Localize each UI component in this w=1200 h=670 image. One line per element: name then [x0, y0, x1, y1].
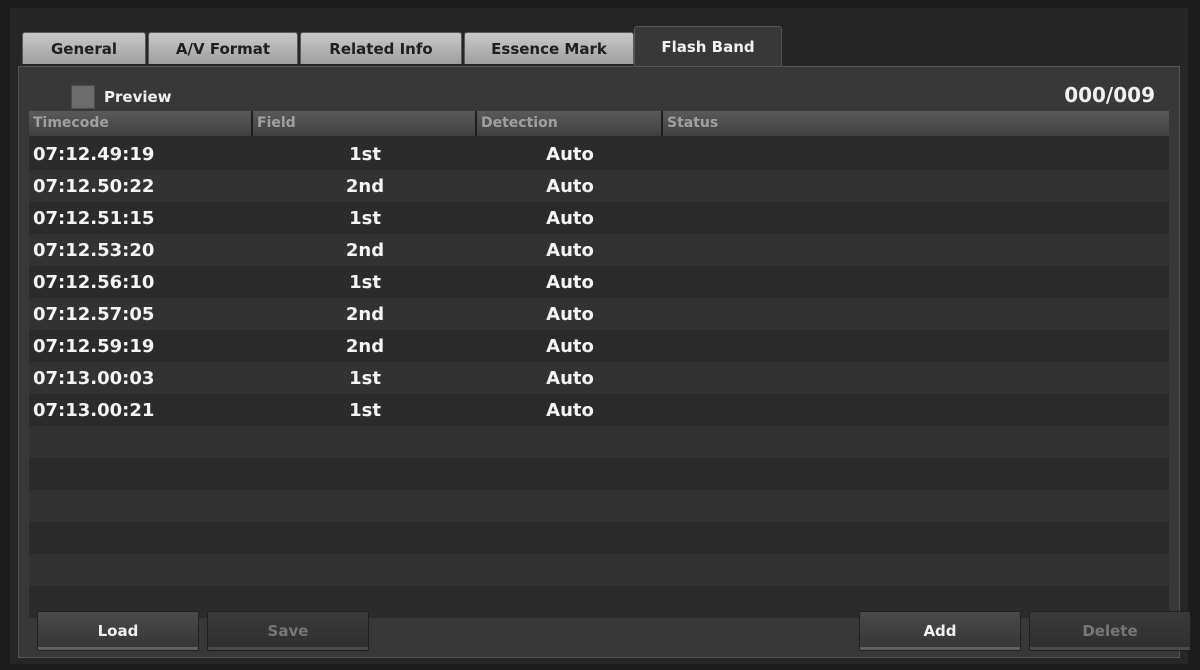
- timecode-cell: 07:12.49:19: [33, 143, 155, 165]
- timecode-cell: 07:12.53:20: [33, 239, 155, 261]
- flash-band-panel: Preview 000/009 Timecode Field Detection…: [18, 66, 1191, 658]
- table-row[interactable]: 07:12.49:19 1st Auto: [29, 138, 1169, 170]
- detection-cell: Auto: [546, 175, 594, 197]
- empty-table-row: [29, 522, 1169, 554]
- delete-button[interactable]: Delete: [1029, 611, 1191, 651]
- detection-cell: Auto: [546, 367, 594, 389]
- preview-checkbox[interactable]: [71, 85, 95, 109]
- mark-counter: 000/009: [1064, 83, 1155, 107]
- load-button[interactable]: Load: [37, 611, 199, 651]
- field-cell: 2nd: [345, 335, 385, 357]
- empty-table-row: [29, 426, 1169, 458]
- detection-cell: Auto: [546, 303, 594, 325]
- tab-flash-band[interactable]: Flash Band: [634, 26, 782, 66]
- detection-cell: Auto: [546, 399, 594, 421]
- timecode-cell: 07:12.56:10: [33, 271, 155, 293]
- timecode-cell: 07:13.00:03: [33, 367, 155, 389]
- timecode-cell: 07:12.50:22: [33, 175, 155, 197]
- table-row[interactable]: 07:12.51:15 1st Auto: [29, 202, 1169, 234]
- table-row[interactable]: 07:12.53:20 2nd Auto: [29, 234, 1169, 266]
- field-cell: 2nd: [345, 175, 385, 197]
- field-cell: 1st: [349, 271, 381, 293]
- table-row[interactable]: 07:12.57:05 2nd Auto: [29, 298, 1169, 330]
- table-row[interactable]: 07:13.00:21 1st Auto: [29, 394, 1169, 426]
- tab-essence-mark[interactable]: Essence Mark: [464, 32, 634, 64]
- column-header-timecode[interactable]: Timecode: [29, 111, 253, 136]
- timecode-cell: 07:12.51:15: [33, 207, 155, 229]
- tab-general[interactable]: General: [22, 32, 146, 64]
- field-cell: 1st: [349, 399, 381, 421]
- timecode-cell: 07:13.00:21: [33, 399, 155, 421]
- table-body: 07:12.49:19 1st Auto 07:12.50:22 2nd Auto 07:1…: [29, 138, 1169, 618]
- field-cell: 2nd: [345, 303, 385, 325]
- detection-cell: Auto: [546, 271, 594, 293]
- preview-label: Preview: [104, 88, 172, 106]
- column-header-field[interactable]: Field: [253, 111, 477, 136]
- table-row[interactable]: 07:12.59:19 2nd Auto: [29, 330, 1169, 362]
- empty-table-row: [29, 490, 1169, 522]
- field-cell: 2nd: [345, 239, 385, 261]
- empty-table-row: [29, 458, 1169, 490]
- flash-band-table: Timecode Field Detection Status 07:12.49…: [29, 111, 1169, 618]
- save-button[interactable]: Save: [207, 611, 369, 651]
- add-button[interactable]: Add: [859, 611, 1021, 651]
- empty-table-row: [29, 554, 1169, 586]
- timecode-cell: 07:12.57:05: [33, 303, 155, 325]
- preview-row: Preview: [71, 85, 172, 109]
- field-cell: 1st: [349, 143, 381, 165]
- detection-cell: Auto: [546, 335, 594, 357]
- table-row[interactable]: 07:13.00:03 1st Auto: [29, 362, 1169, 394]
- field-cell: 1st: [349, 207, 381, 229]
- detection-cell: Auto: [546, 143, 594, 165]
- field-cell: 1st: [349, 367, 381, 389]
- tab-av-format[interactable]: A/V Format: [148, 32, 298, 64]
- tab-related-info[interactable]: Related Info: [300, 32, 462, 64]
- column-header-status[interactable]: Status: [663, 111, 1169, 136]
- detection-cell: Auto: [546, 239, 594, 261]
- detection-cell: Auto: [546, 207, 594, 229]
- table-row[interactable]: 07:12.56:10 1st Auto: [29, 266, 1169, 298]
- column-header-detection[interactable]: Detection: [477, 111, 663, 136]
- table-header: Timecode Field Detection Status: [29, 111, 1169, 136]
- timecode-cell: 07:12.59:19: [33, 335, 155, 357]
- table-row[interactable]: 07:12.50:22 2nd Auto: [29, 170, 1169, 202]
- tab-bar: General A/V Format Related Info Essence …: [22, 26, 1182, 66]
- flash-band-window: General A/V Format Related Info Essence …: [10, 8, 1191, 664]
